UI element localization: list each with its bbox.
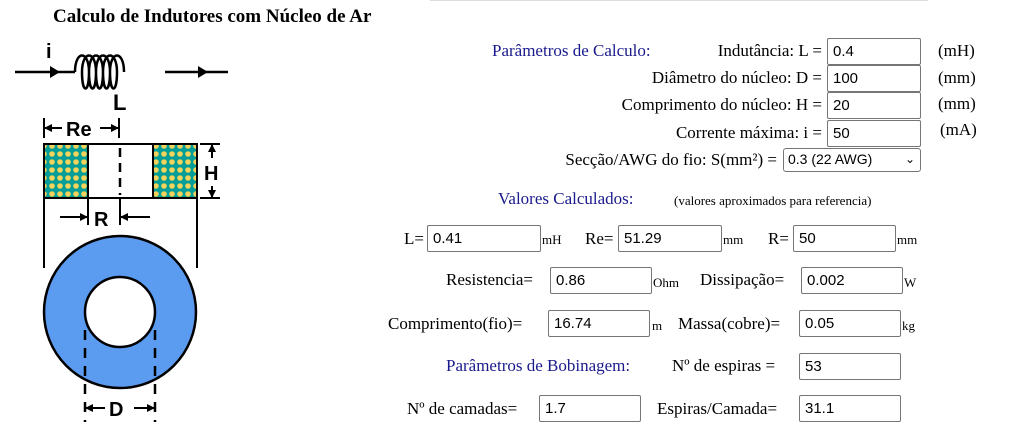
coil-inductance-label: L — [113, 90, 126, 115]
diameter-unit: (mm) — [938, 68, 976, 87]
arrow-right-icon — [50, 66, 60, 78]
mass-unit: kg — [902, 318, 915, 333]
result-l-unit: mH — [542, 232, 562, 247]
d-label: D — [109, 399, 123, 421]
coil-current-label: i — [46, 41, 52, 63]
wire-select-value: 0.3 (22 AWG) — [788, 151, 873, 167]
current-unit: (mA) — [940, 120, 977, 139]
inductance-input[interactable] — [827, 38, 921, 65]
dissipation-unit: W — [904, 275, 917, 290]
inductance-label: Indutância: L = — [717, 41, 822, 60]
page-title: Calculo de Indutores com Núcleo de Ar — [53, 6, 372, 27]
result-r-label: R= — [768, 229, 789, 248]
result-r-input[interactable] — [793, 225, 896, 252]
result-r-unit: mm — [897, 232, 918, 247]
mass-label: Massa(cobre)= — [678, 314, 781, 333]
resistance-label: Resistencia= — [446, 270, 534, 289]
turns-label: Nº de espiras = — [672, 356, 776, 375]
resistance-unit: Ohm — [653, 275, 679, 290]
result-re-unit: mm — [723, 232, 744, 247]
inductance-unit: (mH) — [938, 41, 975, 60]
dissipation-label: Dissipação= — [700, 270, 785, 289]
turns-input[interactable] — [799, 353, 901, 380]
mass-input[interactable] — [799, 310, 901, 337]
params-heading: Parâmetros de Calculo: — [492, 41, 651, 60]
top-divider — [430, 0, 928, 1]
results-note: (valores aproximados para referencia) — [674, 193, 872, 208]
wire-select[interactable]: 0.3 (22 AWG) ⌄ — [783, 148, 921, 172]
coil-cross-section — [43, 143, 198, 199]
h-label: H — [204, 163, 218, 185]
wire-length-label: Comprimento(fio)= — [388, 314, 523, 333]
result-re-label: Re= — [585, 229, 614, 248]
current-label: Corrente máxima: i = — [675, 123, 822, 142]
r-label: R — [94, 209, 109, 231]
inductor-diagram: i L Re H R D — [15, 41, 228, 422]
core-hole — [83, 275, 157, 349]
length-label: Comprimento do núcleo: H = — [621, 95, 822, 114]
length-unit: (mm) — [938, 94, 976, 113]
length-input[interactable] — [827, 92, 921, 119]
wire-length-unit: m — [652, 318, 663, 333]
result-l-label: L= — [404, 229, 424, 248]
wire-label: Secção/AWG do fio: S(mm²) = — [565, 150, 777, 169]
layers-label: Nº de camadas= — [407, 399, 518, 418]
result-l-input[interactable] — [427, 225, 541, 252]
wire-length-input[interactable] — [548, 310, 650, 337]
arrow-right-icon — [198, 66, 208, 78]
current-input[interactable] — [827, 120, 921, 147]
resistance-input[interactable] — [550, 267, 652, 294]
winding-heading: Parâmetros de Bobinagem: — [446, 356, 631, 375]
diameter-label: Diâmetro do núcleo: D = — [651, 68, 822, 87]
chevron-down-icon: ⌄ — [904, 152, 915, 166]
dissipation-input[interactable] — [801, 267, 903, 294]
turns-per-layer-input[interactable] — [799, 395, 901, 422]
diameter-input[interactable] — [827, 65, 921, 92]
turns-per-layer-label: Espiras/Camada= — [657, 399, 778, 418]
result-re-input[interactable] — [618, 225, 722, 252]
re-label: Re — [66, 119, 92, 141]
layers-input[interactable] — [539, 395, 641, 422]
results-heading: Valores Calculados: — [498, 189, 634, 208]
